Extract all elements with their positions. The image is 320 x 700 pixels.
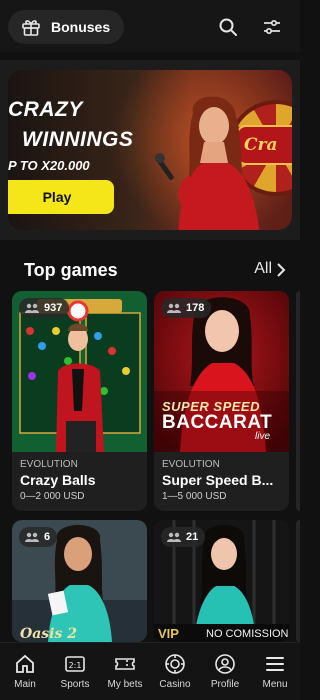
- hamburger-menu-icon: [264, 653, 286, 675]
- top-games-header: Top games All: [0, 250, 300, 290]
- profile-icon: [214, 653, 236, 675]
- nav-my-bets[interactable]: My bets: [99, 643, 151, 700]
- game-card[interactable]: 178 SUPER SPEED BACCARAT live EVOLUTION …: [154, 291, 289, 511]
- players-icon: [25, 532, 39, 542]
- player-count-badge: 178: [161, 298, 212, 318]
- chevron-right-icon[interactable]: [276, 263, 286, 277]
- search-icon[interactable]: [213, 12, 243, 42]
- section-title: Top games: [24, 260, 118, 280]
- players-icon: [167, 532, 181, 542]
- home-icon: [14, 653, 36, 675]
- gift-icon: [21, 17, 41, 37]
- svg-text:2:1: 2:1: [69, 661, 82, 670]
- casino-chip-icon: [164, 653, 186, 675]
- ticket-icon: [114, 653, 136, 675]
- players-icon: [25, 303, 39, 313]
- bonuses-button[interactable]: Bonuses: [8, 10, 124, 44]
- bonuses-label: Bonuses: [51, 19, 111, 35]
- promo-banner-section: Cra CRAZY WINNINGS P TO X20.000 Play: [0, 60, 300, 240]
- game-card[interactable]: 937 EVOLUTION Crazy Balls 0—2 000 USD: [12, 291, 147, 511]
- game-name: Super Speed B...: [162, 472, 274, 488]
- game-provider: EVOLUTION: [162, 459, 220, 470]
- bet-range: 0—2 000 USD: [20, 491, 85, 502]
- game-provider: EVOLUTION: [20, 459, 78, 470]
- host-illustration: [155, 96, 260, 230]
- player-count: 178: [186, 302, 205, 314]
- top-bar: Bonuses: [0, 0, 300, 52]
- promo-banner[interactable]: Cra CRAZY WINNINGS P TO X20.000 Play: [8, 70, 292, 230]
- nav-casino[interactable]: Casino: [149, 643, 201, 700]
- thumb-title-3: live: [255, 431, 271, 442]
- bet-range: 1—5 000 USD: [162, 491, 227, 502]
- all-games-link[interactable]: All: [254, 260, 272, 278]
- nav-label: My bets: [107, 679, 143, 690]
- player-count: 21: [186, 531, 199, 543]
- nav-label: Sports: [60, 679, 90, 690]
- nav-label: Main: [14, 679, 36, 690]
- game-card[interactable]: 21 VIP NO COMISSION: [154, 520, 289, 642]
- players-icon: [167, 303, 181, 313]
- player-count: 937: [44, 302, 63, 314]
- thumb-no-commission: NO COMISSION: [206, 628, 289, 640]
- nav-label: Casino: [159, 679, 191, 690]
- banner-headline-1: CRAZY: [8, 98, 83, 121]
- game-name: Crazy Balls: [20, 472, 96, 488]
- play-button[interactable]: Play: [8, 180, 114, 214]
- game-card[interactable]: 6 Oasis 2: [12, 520, 147, 642]
- nav-label: Menu: [262, 679, 288, 690]
- thumb-title: Oasis 2: [20, 626, 77, 642]
- scoreboard-icon: 2:1: [64, 653, 86, 675]
- player-count: 6: [44, 531, 51, 543]
- nav-menu[interactable]: Menu: [249, 643, 301, 700]
- nav-profile[interactable]: Profile: [199, 643, 251, 700]
- player-count-badge: 6: [19, 527, 58, 547]
- bottom-navigation: Main 2:1 Sports My bets Casino Profile M…: [0, 642, 300, 700]
- nav-main[interactable]: Main: [0, 643, 51, 700]
- banner-subtitle: P TO X20.000: [8, 158, 90, 173]
- thumb-vip: VIP: [158, 626, 179, 641]
- player-count-badge: 21: [161, 527, 206, 547]
- next-card-peek[interactable]: [296, 291, 300, 511]
- next-card-peek[interactable]: [296, 520, 300, 642]
- nav-label: Profile: [210, 679, 240, 690]
- nav-sports[interactable]: 2:1 Sports: [49, 643, 101, 700]
- banner-headline-2: WINNINGS: [22, 128, 134, 151]
- filter-sliders-icon[interactable]: [257, 12, 287, 42]
- player-count-badge: 937: [19, 298, 70, 318]
